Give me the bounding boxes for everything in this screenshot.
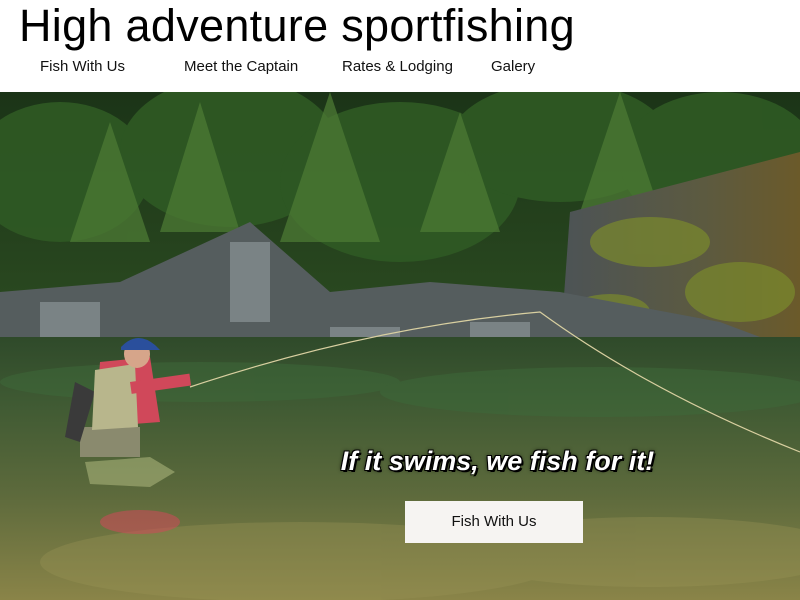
hero-tagline: If it swims, we fish for it!	[340, 446, 655, 476]
hero-photo	[0, 92, 800, 600]
site-header: High adventure sportfishing Fish With Us…	[0, 0, 800, 92]
site-title: High adventure sportfishing	[19, 0, 575, 51]
main-nav: Fish With Us Meet the Captain Rates & Lo…	[0, 57, 800, 77]
hero-section: If it swims, we fish for it! Fish With U…	[0, 92, 800, 600]
fish-with-us-button[interactable]: Fish With Us	[405, 501, 583, 543]
nav-fish-with-us[interactable]: Fish With Us	[40, 57, 125, 77]
nav-gallery[interactable]: Galery	[491, 57, 535, 77]
nav-meet-the-captain[interactable]: Meet the Captain	[184, 57, 298, 77]
nav-rates-lodging[interactable]: Rates & Lodging	[342, 57, 453, 77]
